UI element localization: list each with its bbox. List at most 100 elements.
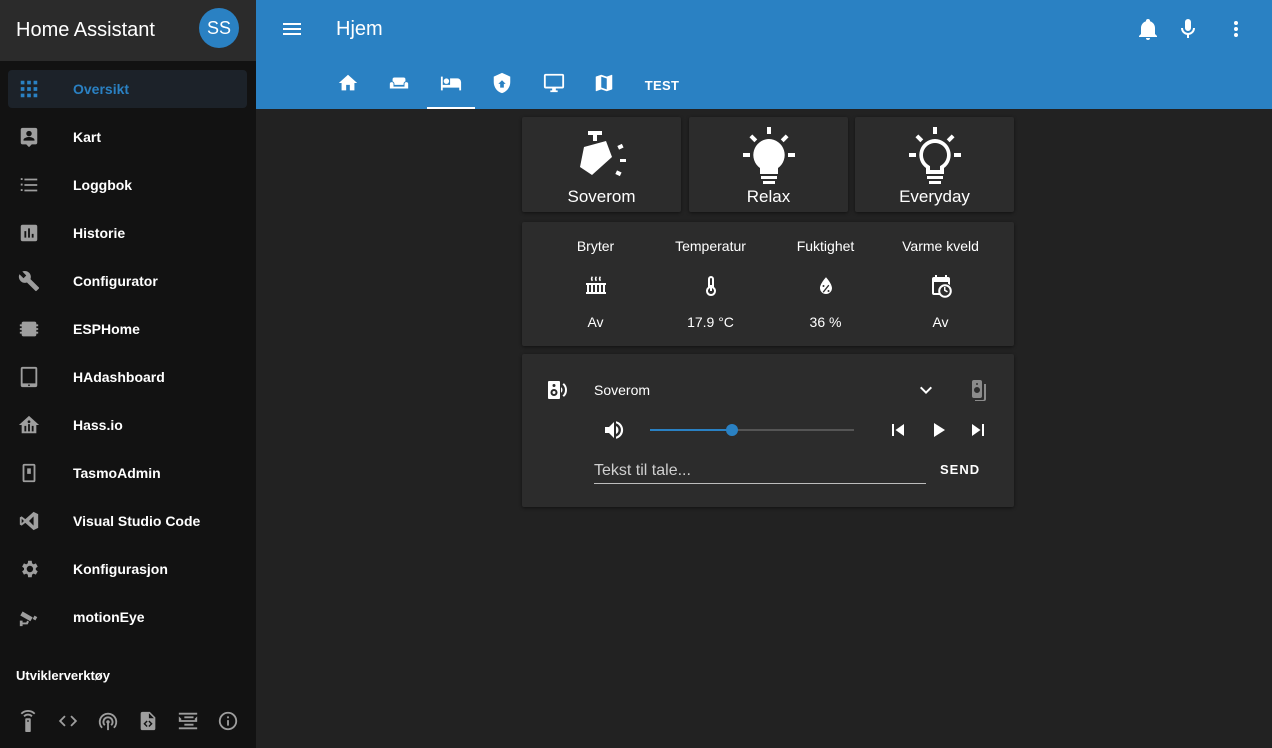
format-list-text-icon[interactable] <box>176 709 200 733</box>
home-icon <box>337 72 359 99</box>
sidebar-item-oversikt[interactable]: Oversikt <box>0 65 256 113</box>
sidebar-item-label: Historie <box>73 225 126 241</box>
sidebar-item-label: motionEye <box>73 609 145 625</box>
chevron-down-icon[interactable] <box>914 378 938 402</box>
lightbulb-on-icon <box>737 125 801 189</box>
sidebar-item-label: HAdashboard <box>73 369 165 385</box>
tab-security[interactable] <box>482 62 522 109</box>
sidebar-item-label: Configurator <box>73 273 158 289</box>
volume-slider-fill <box>650 429 732 431</box>
skip-next-icon[interactable] <box>966 418 990 442</box>
glance-name: Fuktighet <box>796 238 855 254</box>
bell-icon[interactable] <box>1136 17 1160 41</box>
dev-tools-bar <box>0 704 256 736</box>
calendar-clock-icon <box>929 274 953 298</box>
glance-card: Bryter Av Temperatur 17.9 °C Fuktighet 3… <box>522 222 1014 346</box>
sidebar-item-historie[interactable]: Historie <box>0 209 256 257</box>
glance-name: Bryter <box>576 238 615 254</box>
sidebar-item-label: Loggbok <box>73 177 133 193</box>
sidebar-header: Home Assistant SS <box>0 0 256 61</box>
tab-home[interactable] <box>328 62 368 109</box>
glance-item-bryter[interactable]: Bryter Av <box>534 222 657 346</box>
cctv-icon <box>18 606 40 628</box>
microphone-icon[interactable] <box>1176 17 1200 41</box>
info-icon[interactable] <box>216 709 240 733</box>
volume-high-icon[interactable] <box>602 418 626 442</box>
sidebar-item-label: TasmoAdmin <box>73 465 161 481</box>
glance-item-varme-kveld[interactable]: Varme kveld Av <box>879 222 1002 346</box>
tablet-icon <box>18 366 40 388</box>
sidebar-item-label: Kart <box>73 129 102 145</box>
vscode-icon <box>18 510 40 532</box>
glance-name: Varme kveld <box>902 238 979 254</box>
spotlight-beam-icon <box>570 125 634 189</box>
sidebar-item-kart[interactable]: Kart <box>0 113 256 161</box>
skip-previous-icon[interactable] <box>886 418 910 442</box>
tab-map[interactable] <box>584 62 624 109</box>
sidebar-item-label: Konfigurasjon <box>73 561 168 577</box>
sidebar-item-label: Visual Studio Code <box>73 513 201 529</box>
app-title: Home Assistant <box>16 19 155 41</box>
sidebar-item-hassio[interactable]: Hass.io <box>0 401 256 449</box>
sidebar-item-loggbok[interactable]: Loggbok <box>0 161 256 209</box>
access-point-icon[interactable] <box>96 709 120 733</box>
scene-card-relax[interactable]: Relax <box>689 117 848 212</box>
file-code-icon[interactable] <box>136 709 160 733</box>
sidebar-item-esphome[interactable]: ESPHome <box>0 305 256 353</box>
tab-test[interactable]: TEST <box>632 62 692 109</box>
water-percent-icon <box>814 274 838 298</box>
wrench-icon <box>18 270 40 292</box>
sidebar-item-configurator[interactable]: Configurator <box>0 257 256 305</box>
sidebar-item-konfigurasjon[interactable]: Konfigurasjon <box>0 545 256 593</box>
volume-slider[interactable] <box>650 424 854 436</box>
dots-vertical-icon[interactable] <box>1224 17 1248 41</box>
sidebar-item-tasmoadmin[interactable]: TasmoAdmin <box>0 449 256 497</box>
tab-monitor[interactable] <box>534 62 574 109</box>
map-icon <box>593 72 615 99</box>
tab-sofa[interactable] <box>378 62 420 109</box>
glance-item-temperatur[interactable]: Temperatur 17.9 °C <box>649 222 772 346</box>
speaker-icon <box>546 378 570 402</box>
glance-name: Temperatur <box>675 238 746 254</box>
chip-icon <box>18 318 40 340</box>
scene-label: Everyday <box>899 187 970 206</box>
play-icon[interactable] <box>926 418 950 442</box>
sidebar-item-motioneye[interactable]: motionEye <box>0 593 256 641</box>
menu-icon[interactable] <box>280 17 304 41</box>
app-root: Home Assistant SS Oversikt Kart Loggbok … <box>0 0 1272 748</box>
tab-bedroom[interactable] <box>427 62 475 109</box>
glance-value: Av <box>932 314 949 330</box>
account-box-icon <box>18 126 40 148</box>
scene-card-everyday[interactable]: Everyday <box>855 117 1014 212</box>
sidebar-item-label: Hass.io <box>73 417 123 433</box>
home-assistant-icon <box>18 414 40 436</box>
user-avatar[interactable]: SS <box>199 8 239 48</box>
sidebar-item-hadashboard[interactable]: HAdashboard <box>0 353 256 401</box>
glance-item-fuktighet[interactable]: Fuktighet 36 % <box>764 222 887 346</box>
scene-card-soverom[interactable]: Soverom <box>522 117 681 212</box>
thermometer-icon <box>699 274 723 298</box>
light-switch-icon <box>18 462 40 484</box>
dev-tools-heading: Utviklerverktøy <box>16 668 110 683</box>
radiator-icon <box>584 274 608 298</box>
send-button[interactable]: SEND <box>940 462 980 477</box>
lightbulb-on-outline-icon <box>903 125 967 189</box>
tab-label: TEST <box>644 78 680 93</box>
scene-label: Relax <box>746 187 791 206</box>
tts-input[interactable] <box>594 458 926 484</box>
glance-value: Av <box>587 314 604 330</box>
view-dashboard-icon <box>18 78 40 100</box>
media-player-card: Soverom SEND <box>522 354 1014 507</box>
remote-icon[interactable] <box>16 709 40 733</box>
sofa-icon <box>388 72 410 99</box>
code-tags-icon[interactable] <box>56 709 80 733</box>
sidebar-item-label: ESPHome <box>73 321 140 337</box>
sidebar: Home Assistant SS Oversikt Kart Loggbok … <box>0 0 256 748</box>
sidebar-list: Oversikt Kart Loggbok Historie Configura… <box>0 65 256 641</box>
speaker-multiple-icon[interactable] <box>966 378 990 402</box>
media-player-name: Soverom <box>594 382 651 398</box>
volume-slider-thumb[interactable] <box>725 424 738 436</box>
format-list-bulleted-icon <box>18 174 40 196</box>
cog-icon <box>18 558 40 580</box>
sidebar-item-vscode[interactable]: Visual Studio Code <box>0 497 256 545</box>
